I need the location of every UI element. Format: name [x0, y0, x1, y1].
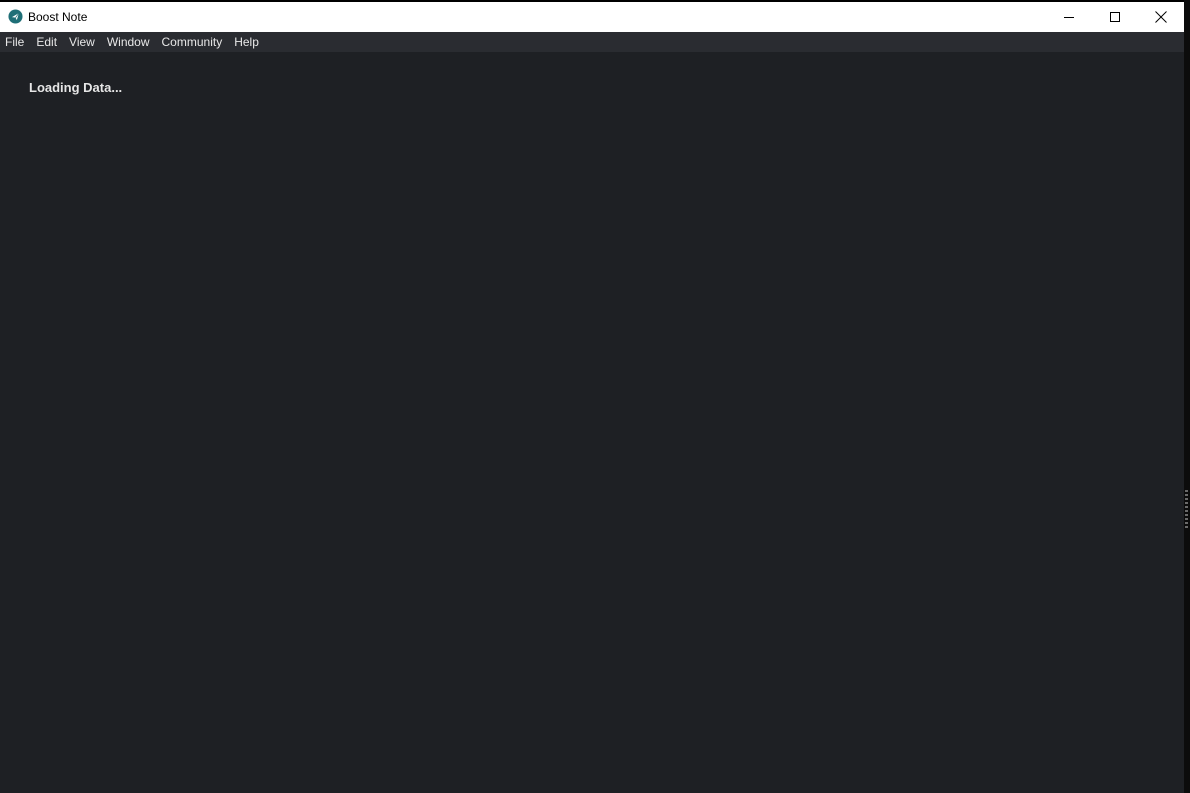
title-bar[interactable]: Boost Note — [0, 2, 1184, 32]
close-icon — [1155, 11, 1167, 23]
boost-note-logo-icon — [8, 9, 23, 24]
minimize-button[interactable] — [1046, 2, 1092, 32]
menu-help[interactable]: Help — [234, 32, 259, 52]
window-right-edge — [1184, 0, 1190, 793]
menu-bar: File Edit View Window Community Help — [0, 32, 1184, 52]
close-button[interactable] — [1138, 2, 1184, 32]
menu-file[interactable]: File — [5, 32, 24, 52]
minimize-icon — [1063, 16, 1074, 18]
menu-view[interactable]: View — [69, 32, 95, 52]
menu-community[interactable]: Community — [162, 32, 223, 52]
resize-grip[interactable] — [1185, 490, 1188, 528]
loading-status: Loading Data... — [29, 80, 123, 95]
main-content: Loading Data... — [0, 52, 1184, 793]
menu-edit[interactable]: Edit — [36, 32, 57, 52]
maximize-icon — [1109, 11, 1120, 22]
app-window: Boost Note File Edit View Window Communi… — [0, 0, 1184, 793]
maximize-button[interactable] — [1092, 2, 1138, 32]
window-title: Boost Note — [28, 10, 88, 24]
menu-window[interactable]: Window — [107, 32, 150, 52]
